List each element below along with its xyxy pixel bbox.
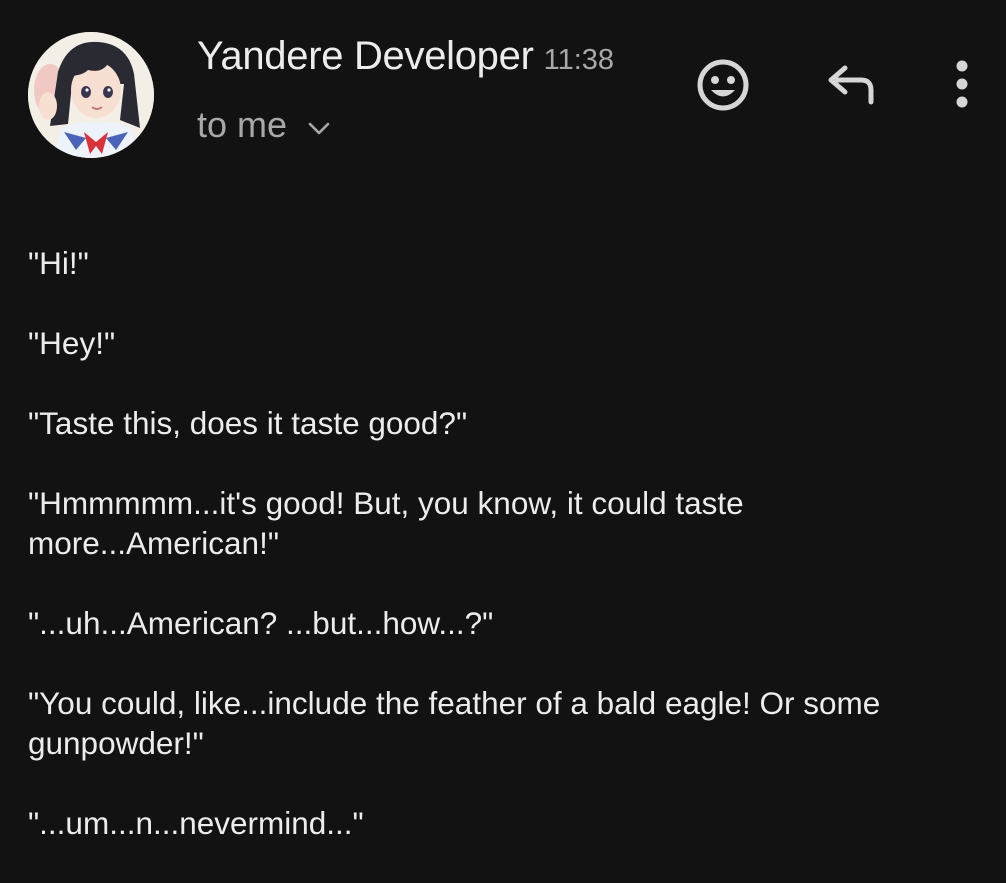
- vertical-dots-icon: [952, 58, 972, 115]
- message-line: "You could, like...include the feather o…: [28, 685, 881, 761]
- chevron-down-icon: [307, 104, 331, 146]
- recipient-label: to me: [197, 104, 288, 145]
- sender-avatar[interactable]: [28, 32, 154, 158]
- message-line: "Taste this, does it taste good?": [28, 405, 468, 441]
- message-line: "Hi!": [28, 245, 89, 281]
- sender-line: Yandere Developer 11:38: [197, 34, 614, 79]
- message-time: 11:38: [543, 44, 615, 76]
- email-header: Yandere Developer 11:38 to me: [0, 0, 1006, 190]
- message-body: "Hi!" "Hey!" "Taste this, does it taste …: [28, 243, 978, 883]
- avatar-image: [28, 32, 154, 158]
- sender-name[interactable]: Yandere Developer: [197, 34, 534, 78]
- add-reaction-button[interactable]: [693, 57, 753, 117]
- recipient-toggle[interactable]: to me: [197, 104, 331, 146]
- message-line: "Hey!": [28, 325, 116, 361]
- more-options-button[interactable]: [940, 56, 984, 116]
- smiley-face-icon: [695, 57, 751, 118]
- message-line: "...uh...American? ...but...how...?": [28, 605, 494, 641]
- message-line: "...um...n...nevermind...": [28, 805, 364, 841]
- reply-button[interactable]: [821, 60, 881, 112]
- message-line: "Hmmmmm...it's good! But, you know, it c…: [28, 485, 744, 561]
- reply-arrow-icon: [823, 62, 879, 111]
